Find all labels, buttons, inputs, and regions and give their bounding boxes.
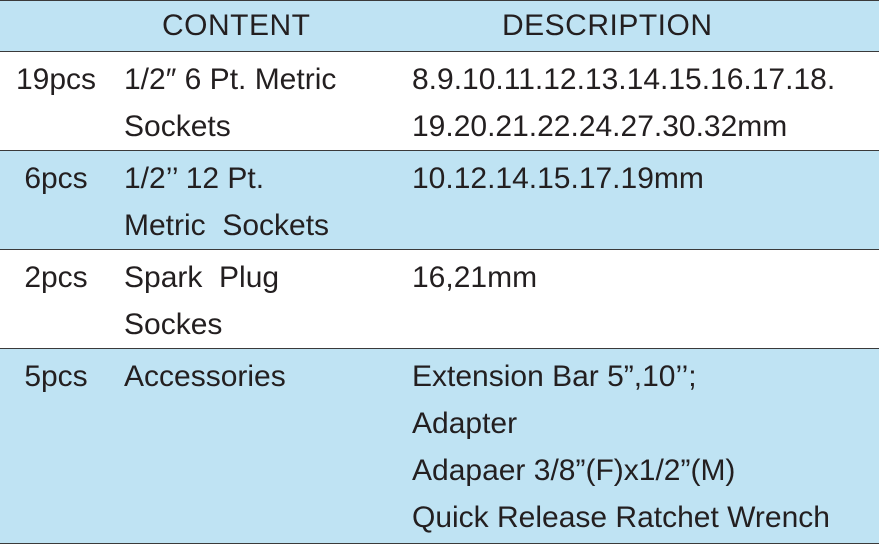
contents-table: CONTENT DESCRIPTION 19pcs 1/2″ 6 Pt. Met…	[0, 0, 879, 544]
row-description: 16,21mm	[406, 249, 879, 349]
description-line: Extension Bar 5”,10’’;	[412, 360, 697, 393]
table-row: 2pcs Spark Plug Sockes 16,21mm	[0, 249, 879, 349]
description-line: Adapter	[412, 407, 518, 440]
description-line: 16,21mm	[412, 261, 538, 294]
content-line: Sockes	[124, 308, 223, 341]
row-content: 1/2″ 6 Pt. Metric Sockets	[120, 51, 406, 151]
row-description: Extension Bar 5”,10’’; Adapter Adapaer 3…	[406, 348, 879, 544]
description-line: 10.12.14.15.17.19mm	[412, 162, 704, 195]
content-line: Sockets	[124, 110, 231, 143]
row-content: Accessories	[120, 348, 406, 544]
table-header-row: CONTENT DESCRIPTION	[0, 0, 879, 52]
row-description: 10.12.14.15.17.19mm	[406, 150, 879, 250]
row-content: Spark Plug Sockes	[120, 249, 406, 349]
header-content: CONTENT	[120, 0, 406, 52]
header-qty	[0, 0, 120, 52]
row-qty: 2pcs	[0, 249, 120, 349]
content-line: Spark Plug	[124, 261, 280, 294]
description-line: 19.20.21.22.24.27.30.32mm	[412, 110, 788, 143]
content-line: 1/2’’ 12 Pt.	[124, 162, 265, 195]
content-line: Accessories	[124, 360, 286, 393]
description-line: Quick Release Ratchet Wrench	[412, 501, 830, 534]
content-line: Metric Sockets	[124, 209, 330, 242]
table-row: 19pcs 1/2″ 6 Pt. Metric Sockets 8.9.10.1…	[0, 51, 879, 151]
row-qty: 6pcs	[0, 150, 120, 250]
row-content: 1/2’’ 12 Pt. Metric Sockets	[120, 150, 406, 250]
table-row: 6pcs 1/2’’ 12 Pt. Metric Sockets 10.12.1…	[0, 150, 879, 250]
table-row: 5pcs Accessories Extension Bar 5”,10’’; …	[0, 348, 879, 544]
row-description: 8.9.10.11.12.13.14.15.16.17.18. 19.20.21…	[406, 51, 879, 151]
content-line: 1/2″ 6 Pt. Metric	[124, 63, 337, 96]
row-qty: 5pcs	[0, 348, 120, 544]
row-qty: 19pcs	[0, 51, 120, 151]
description-line: 8.9.10.11.12.13.14.15.16.17.18.	[412, 63, 836, 96]
header-description: DESCRIPTION	[406, 0, 879, 52]
description-line: Adapaer 3/8”(F)x1/2”(M)	[412, 454, 736, 487]
